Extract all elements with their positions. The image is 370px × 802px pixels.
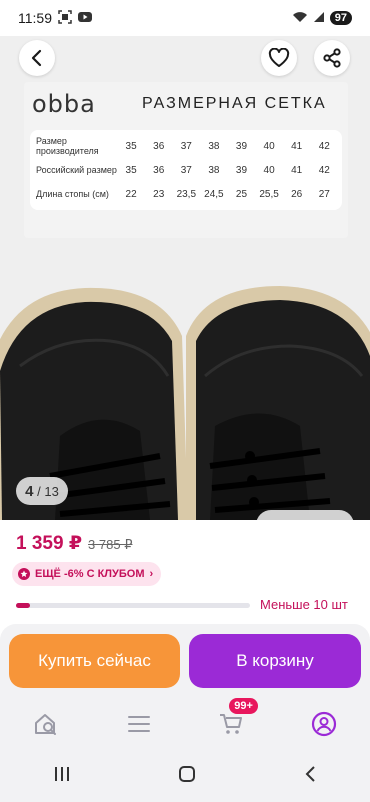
buy-now-button[interactable]: Купить сейчас	[9, 634, 180, 688]
size-cell: 41	[291, 140, 303, 152]
price-block: 1 359 ₽ 3 785 ₽	[16, 532, 132, 555]
back-arrow-icon	[305, 765, 315, 782]
size-cell: 36	[153, 140, 165, 152]
size-cell: 25	[235, 188, 248, 200]
size-cell: 38	[208, 164, 220, 176]
action-bar: Купить сейчас В корзину	[0, 624, 370, 698]
home-search-icon	[35, 714, 57, 735]
size-row: Размер производителя 35 36 37 38 39 40 41 42	[34, 134, 338, 158]
home-button[interactable]	[178, 765, 196, 788]
size-cell: 39	[235, 164, 248, 176]
system-back-button[interactable]	[303, 765, 317, 788]
recent-apps-icon	[55, 766, 70, 781]
size-cell: 39	[235, 140, 248, 152]
size-cell: 41	[291, 164, 303, 176]
similar-button[interactable]: Похожие ›	[256, 510, 354, 520]
brand-logo: obba	[32, 90, 96, 118]
home-square-icon	[178, 765, 195, 782]
system-navigation-bar	[0, 750, 370, 802]
tab-catalog[interactable]	[115, 704, 163, 744]
size-cell: 26	[291, 188, 303, 200]
signal-icon	[313, 10, 325, 26]
old-price: 3 785 ₽	[88, 537, 133, 552]
tab-home[interactable]	[22, 704, 70, 744]
size-chart: obba РАЗМЕРНАЯ СЕТКА Размер производител…	[24, 82, 348, 238]
image-counter-current: 4	[25, 482, 34, 500]
favorite-button[interactable]	[261, 40, 297, 76]
add-to-cart-button[interactable]: В корзину	[189, 634, 361, 688]
size-cell: 37	[180, 140, 192, 152]
heart-icon	[268, 48, 290, 67]
right-shoe-image	[186, 286, 370, 520]
size-cell: 42	[318, 164, 330, 176]
status-time: 11:59	[18, 10, 52, 26]
size-chart-title: РАЗМЕРНАЯ СЕТКА	[142, 95, 327, 112]
club-badge-arrow: ›	[149, 568, 154, 580]
size-cell: 40	[263, 140, 275, 152]
back-button[interactable]	[19, 40, 55, 76]
size-cell: 35	[125, 140, 137, 152]
size-cell: 24,5	[204, 188, 224, 200]
wifi-icon	[292, 10, 308, 26]
bottom-tab-bar: 99+	[0, 698, 370, 750]
size-cell: 23,5	[176, 188, 197, 200]
stock-progress-fill	[16, 603, 31, 608]
size-row: Российский размер 35 36 37 38 39 40 41 42	[34, 158, 338, 182]
club-badge-text: ЕЩЁ -6% С КЛУБОМ	[35, 568, 145, 580]
youtube-icon	[78, 10, 92, 26]
current-price: 1 359 ₽	[16, 533, 83, 554]
size-row-label: Российский размер	[36, 165, 117, 175]
share-icon	[323, 48, 341, 68]
image-counter-total: 13	[44, 483, 59, 499]
chevron-left-icon	[31, 49, 42, 67]
battery-indicator: 97	[329, 11, 352, 25]
cart-count-badge: 99+	[229, 698, 258, 714]
stock-progress-bar	[16, 603, 250, 608]
size-cell: 37	[180, 164, 192, 176]
club-discount-badge[interactable]: ЕЩЁ -6% С КЛУБОМ ›	[12, 562, 162, 586]
size-cell: 35	[125, 164, 137, 176]
size-cell: 38	[208, 140, 220, 152]
product-image-gallery[interactable]: obba РАЗМЕРНАЯ СЕТКА Размер производител…	[0, 36, 370, 520]
size-cell: 42	[318, 140, 330, 152]
size-cell: 22	[125, 188, 137, 200]
size-cell: 23	[153, 188, 165, 200]
size-cell: 25,5	[259, 188, 279, 200]
recent-apps-button[interactable]	[53, 766, 71, 787]
size-row: Длина стопы (см) 22 23 23,5 24,5 25 25,5 26 27	[34, 182, 338, 206]
tab-cart[interactable]: 99+	[207, 698, 258, 744]
scan-icon	[58, 9, 72, 27]
cart-icon	[220, 714, 243, 734]
tab-profile[interactable]	[300, 704, 348, 744]
status-bar: 11:59 97	[0, 0, 370, 36]
profile-icon	[311, 711, 336, 737]
club-star-icon	[18, 568, 30, 580]
size-cell: 36	[153, 164, 165, 176]
size-row-label: Размер производителя	[36, 136, 99, 156]
size-cell: 40	[263, 164, 275, 176]
size-row-label: Длина стопы (см)	[36, 189, 109, 199]
menu-icon	[127, 716, 150, 732]
image-counter: 4 / 13	[16, 477, 68, 505]
size-table: Размер производителя 35 36 37 38 39 40 41 42 Росс…	[30, 130, 342, 210]
stock-label: Меньше 10 шт	[260, 597, 348, 612]
share-button[interactable]	[314, 40, 350, 76]
size-cell: 27	[318, 188, 330, 200]
